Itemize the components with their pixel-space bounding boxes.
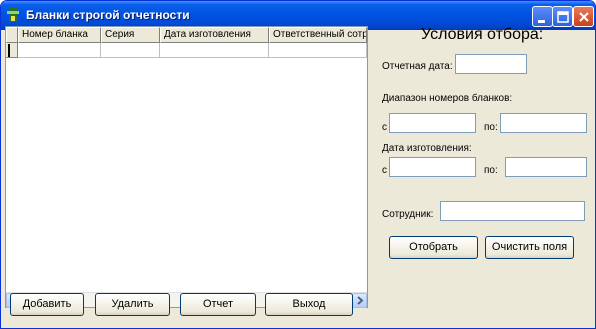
filter-panel: Условия отбора: Отчетная дата: Диапазон … — [369, 26, 592, 326]
close-button[interactable] — [573, 6, 594, 27]
table-cell[interactable] — [160, 43, 269, 58]
scroll-right-button[interactable] — [352, 293, 367, 308]
client-area: Номер бланка Серия Дата изготовления Отв… — [4, 26, 592, 326]
range-to-field[interactable] — [500, 113, 587, 133]
column-header-date[interactable]: Дата изготовления — [160, 27, 269, 43]
delete-button[interactable]: Удалить — [95, 293, 170, 316]
filter-heading: Условия отбора: — [421, 26, 544, 43]
current-row-icon — [8, 44, 10, 57]
range-from-field[interactable] — [389, 113, 476, 133]
table-cell[interactable] — [269, 43, 367, 58]
add-button[interactable]: Добавить — [10, 293, 84, 316]
grid-corner — [6, 27, 18, 43]
range-from-label: с — [382, 122, 387, 133]
report-button[interactable]: Отчет — [180, 293, 256, 316]
exit-button[interactable]: Выход — [265, 293, 353, 316]
row-indicator — [6, 43, 18, 58]
employee-field[interactable] — [440, 201, 585, 221]
employee-label: Сотрудник: — [382, 209, 434, 220]
app-window: Бланки строгой отчетности Номер бланка С… — [0, 0, 596, 329]
minimize-button[interactable] — [532, 6, 553, 27]
table-row[interactable] — [6, 43, 367, 58]
table-cell[interactable] — [18, 43, 101, 58]
close-icon — [579, 12, 589, 22]
select-button[interactable]: Отобрать — [389, 236, 478, 259]
manufacture-to-label: по: — [484, 165, 498, 176]
column-header-series[interactable]: Серия — [101, 27, 160, 43]
clear-fields-button[interactable]: Очистить поля — [485, 236, 574, 259]
maximize-button[interactable] — [552, 6, 573, 27]
table-cell[interactable] — [101, 43, 160, 58]
manufacture-to-field[interactable] — [505, 157, 587, 177]
range-to-label: по: — [484, 122, 498, 133]
maximize-icon — [557, 11, 569, 23]
column-header-responsible[interactable]: Ответственный сотр — [269, 27, 367, 43]
range-label: Диапазон номеров бланков: — [382, 93, 513, 104]
manufacture-from-label: с — [382, 165, 387, 176]
arrow-right-icon — [357, 296, 364, 305]
manufacture-from-field[interactable] — [389, 157, 476, 177]
app-icon — [7, 8, 19, 22]
report-date-field[interactable] — [455, 54, 527, 74]
column-header-number[interactable]: Номер бланка — [18, 27, 101, 43]
minimize-icon — [538, 20, 545, 23]
manufacture-date-label: Дата изготовления: — [382, 143, 472, 154]
grid-header: Номер бланка Серия Дата изготовления Отв… — [6, 27, 367, 43]
window-title: Бланки строгой отчетности — [26, 8, 190, 22]
blanks-grid[interactable]: Номер бланка Серия Дата изготовления Отв… — [5, 26, 368, 308]
report-date-label: Отчетная дата: — [382, 61, 453, 72]
